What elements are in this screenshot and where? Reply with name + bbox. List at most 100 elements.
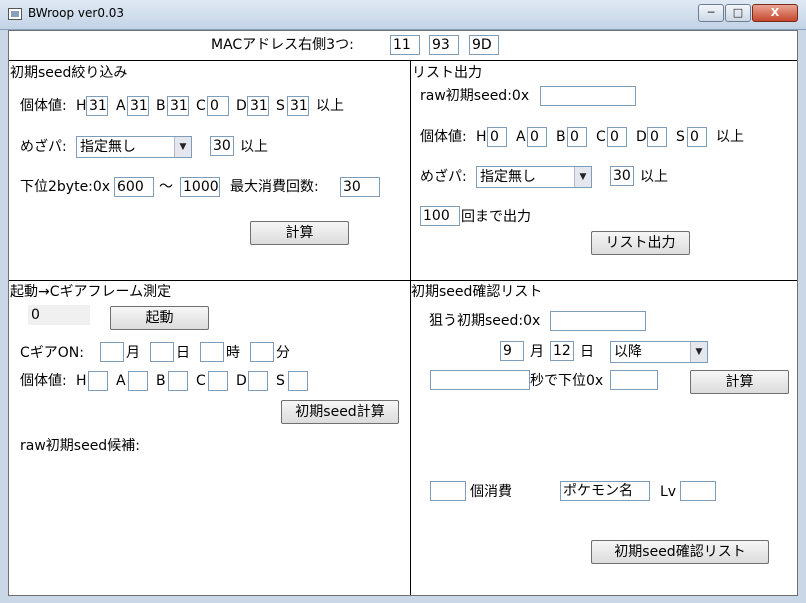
narrow-mezapa-label: めざパ: [20,139,67,155]
narrow-iv-label: 個体値: [20,98,67,114]
confirm-lower-field[interactable] [610,370,658,390]
list-iv-above-label: 以上 [716,129,744,145]
divider-vertical [410,60,411,595]
mac-field-3[interactable]: 9D [469,35,499,55]
narrow-iv-b-label: B [156,98,166,114]
confirm-target-field[interactable] [550,311,646,331]
list-iv-d-label: D [636,129,647,145]
frame-month-label: 月 [126,345,140,361]
frame-iv-h-label: H [76,373,87,389]
frame-iv-s-label: S [276,373,285,389]
narrow-iv-h-field[interactable]: 31 [86,96,108,116]
frame-iv-label: 個体値: [20,373,67,389]
frame-month-field[interactable] [100,342,124,362]
narrow-iv-c-label: C [196,98,206,114]
frame-iv-s-field[interactable] [288,371,308,391]
list-iv-a-label: A [516,129,526,145]
narrow-mezapa-select[interactable]: 指定無し ▼ [76,136,192,158]
confirm-pokemon-field[interactable]: ポケモン名 [560,481,650,501]
chevron-down-icon[interactable]: ▼ [690,342,707,362]
divider-top [9,60,797,61]
frame-calc-button[interactable]: 初期seed計算 [281,400,399,424]
narrow-lower-label: 下位2byte:0x [20,179,111,195]
app-icon [8,8,22,20]
confirm-consume-label: 個消費 [470,484,512,500]
narrow-mezapa-above-label: 以上 [240,139,268,155]
mac-label: MACアドレス右側3つ: [211,37,354,53]
narrow-lower-from-field[interactable]: 600 [114,177,154,197]
list-iv-label: 個体値: [420,129,467,145]
frame-iv-a-label: A [116,373,126,389]
list-output-button[interactable]: リスト出力 [591,231,690,255]
section-title-narrow: 初期seed絞り込み [10,65,128,81]
narrow-max-field[interactable]: 30 [340,177,380,197]
list-iv-h-field[interactable]: 0 [487,127,507,147]
narrow-calc-button[interactable]: 計算 [250,221,349,245]
narrow-iv-d-field[interactable]: 31 [247,96,269,116]
frame-iv-d-field[interactable] [248,371,268,391]
confirm-month-field[interactable]: 9 [500,341,524,361]
list-iv-b-field[interactable]: 0 [567,127,587,147]
frame-iv-a-field[interactable] [128,371,148,391]
confirm-lv-field[interactable] [680,481,716,501]
list-iv-s-field[interactable]: 0 [687,127,707,147]
close-button[interactable]: X [752,4,798,22]
list-raw-field[interactable] [540,86,636,106]
confirm-seconds-field[interactable] [430,370,530,390]
chevron-down-icon[interactable]: ▼ [174,137,191,157]
confirm-lv-label: Lv [660,484,677,500]
list-iv-b-label: B [556,129,566,145]
minimize-button[interactable]: ─ [698,4,724,22]
narrow-max-label: 最大消費回数: [230,179,319,195]
confirm-after-select[interactable]: 以降 ▼ [610,341,708,363]
confirm-consume-field[interactable] [430,481,466,501]
window-title: BWroop ver0.03 [28,6,125,20]
narrow-iv-a-field[interactable]: 31 [127,96,149,116]
frame-counter: 0 [28,305,90,325]
mac-field-2[interactable]: 93 [429,35,459,55]
section-title-list: リスト出力 [412,65,482,81]
section-title-confirm: 初期seed確認リスト [411,284,543,300]
list-iv-a-field[interactable]: 0 [527,127,547,147]
frame-cgear-label: CギアON: [20,345,84,361]
frame-iv-d-label: D [236,373,247,389]
narrow-iv-above-label: 以上 [316,98,344,114]
list-raw-label: raw初期seed:0x [420,88,530,104]
frame-minute-field[interactable] [250,342,274,362]
divider-middle [9,280,797,281]
frame-iv-h-field[interactable] [88,371,108,391]
confirm-after-select-value: 以降 [614,344,642,360]
frame-hour-field[interactable] [200,342,224,362]
frame-start-button[interactable]: 起動 [110,306,209,330]
frame-iv-b-label: B [156,373,166,389]
narrow-iv-b-field[interactable]: 31 [167,96,189,116]
list-iv-c-field[interactable]: 0 [607,127,627,147]
frame-minute-label: 分 [276,345,290,361]
list-mezapa-select-value: 指定無し [480,169,536,185]
list-mezapa-power-field[interactable]: 30 [610,166,634,186]
mac-field-1[interactable]: 11 [390,35,420,55]
narrow-iv-s-field[interactable]: 31 [287,96,309,116]
list-count-label: 回まで出力 [461,209,531,225]
confirm-day-field[interactable]: 12 [550,341,574,361]
frame-iv-c-field[interactable] [208,371,228,391]
maximize-button[interactable]: □ [725,4,751,22]
narrow-iv-c-field[interactable]: 0 [207,96,229,116]
frame-iv-b-field[interactable] [168,371,188,391]
list-iv-s-label: S [676,129,685,145]
confirm-list-button[interactable]: 初期seed確認リスト [591,540,769,564]
narrow-iv-a-label: A [116,98,126,114]
narrow-lower-to-field[interactable]: 1000 [180,177,220,197]
frame-day-label: 日 [176,345,190,361]
chevron-down-icon[interactable]: ▼ [574,167,591,187]
narrow-mezapa-power-field[interactable]: 30 [210,136,234,156]
list-count-field[interactable]: 100 [420,206,460,226]
list-mezapa-select[interactable]: 指定無し ▼ [476,166,592,188]
list-mezapa-above-label: 以上 [640,169,668,185]
confirm-calc-button[interactable]: 計算 [690,370,789,394]
narrow-iv-d-label: D [236,98,247,114]
frame-day-field[interactable] [150,342,174,362]
list-iv-c-label: C [596,129,606,145]
confirm-seconds-label: 秒で下位0x [530,373,604,389]
list-iv-d-field[interactable]: 0 [647,127,667,147]
